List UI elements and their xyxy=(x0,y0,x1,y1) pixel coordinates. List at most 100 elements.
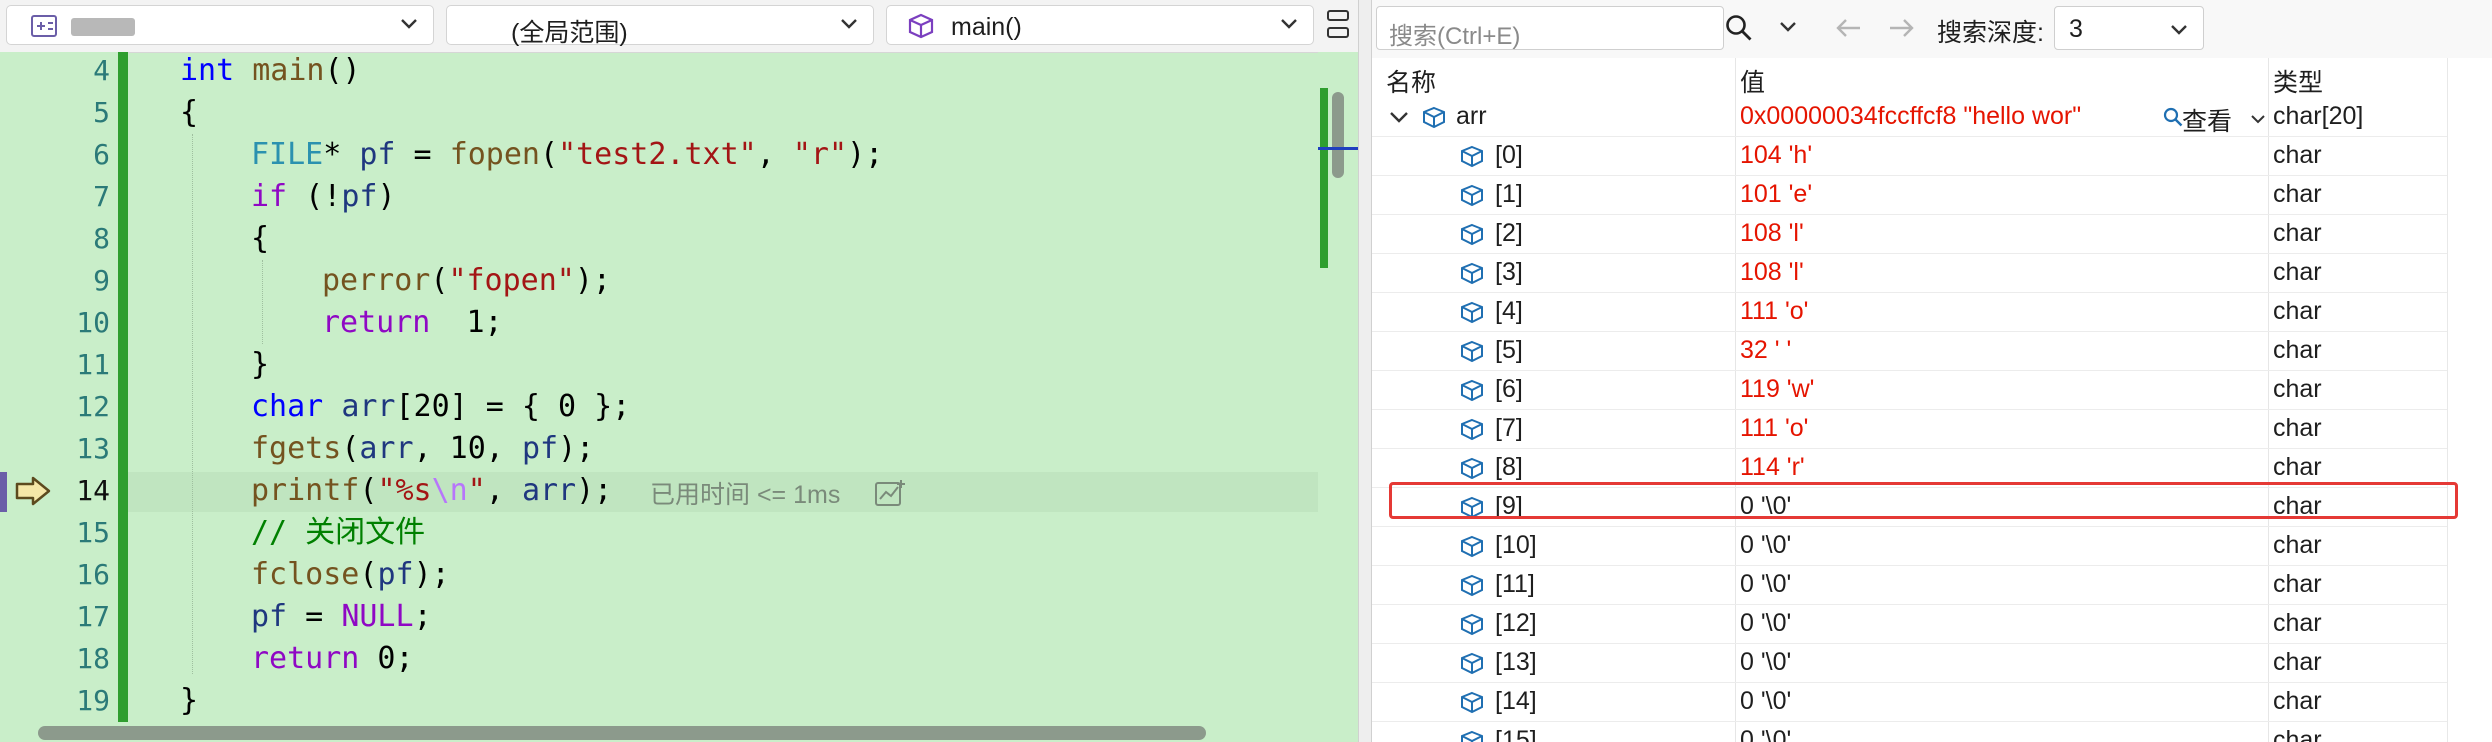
split-editor-icon[interactable] xyxy=(1325,9,1351,39)
variable-row[interactable]: [7] 111 'o' char xyxy=(1372,410,2447,449)
variable-row[interactable]: [11] 0 '\0' char xyxy=(1372,566,2447,605)
code-editor[interactable]: (全局范围) main() 4 5 6 7 8 9 10 11 12 13 14… xyxy=(0,0,1358,742)
variable-row[interactable]: [2] 108 'l' char xyxy=(1372,215,2447,254)
code-line[interactable]: { xyxy=(180,92,198,134)
variable-type: char xyxy=(2273,180,2322,208)
code-line[interactable]: } xyxy=(180,680,198,722)
code-line[interactable]: if (!pf) xyxy=(251,176,396,218)
variable-name: [6] xyxy=(1495,375,1523,403)
variable-value[interactable]: 32 ' ' xyxy=(1740,336,1791,365)
watch-toolbar: 搜索(Ctrl+E) 搜索深度: 3 xyxy=(1372,0,2492,58)
variable-name: [10] xyxy=(1495,531,1537,559)
variable-row[interactable]: [0] 104 'h' char xyxy=(1372,137,2447,176)
variable-value[interactable]: 114 'r' xyxy=(1740,453,1805,482)
scope-dropdown[interactable]: (全局范围) xyxy=(446,5,874,47)
variable-row[interactable]: [13] 0 '\0' char xyxy=(1372,644,2447,683)
variable-type: char xyxy=(2273,258,2322,286)
variable-value[interactable]: 101 'e' xyxy=(1740,180,1812,209)
variable-row[interactable]: [4] 111 'o' char xyxy=(1372,293,2447,332)
code-line-current[interactable]: printf("%s\n", arr); xyxy=(251,470,612,512)
variable-cube-icon xyxy=(1458,535,1486,559)
variable-row[interactable]: [15] 0 '\0' char xyxy=(1372,722,2447,742)
code-line[interactable]: fclose(pf); xyxy=(251,554,450,596)
scrollbar-caret-marker xyxy=(1318,147,1358,150)
variable-cube-icon xyxy=(1458,730,1486,742)
variable-value[interactable]: 104 'h' xyxy=(1740,141,1812,170)
project-name-blurred xyxy=(71,18,135,36)
line-number: 9 xyxy=(93,264,110,297)
variable-value[interactable]: 111 'o' xyxy=(1740,414,1808,443)
line-number: 17 xyxy=(76,600,110,633)
code-line[interactable]: FILE* pf = fopen("test2.txt", "r"); xyxy=(251,134,883,176)
column-header-row: 名称 值 类型 xyxy=(1372,58,2492,98)
variable-row[interactable]: [3] 108 'l' char xyxy=(1372,254,2447,293)
watch-vertical-scrollbar[interactable] xyxy=(2447,58,2492,742)
variable-name: [13] xyxy=(1495,648,1537,676)
variable-row[interactable]: [10] 0 '\0' char xyxy=(1372,527,2447,566)
code-line[interactable]: } xyxy=(251,344,269,386)
variable-row-root[interactable]: arr 0x00000034fccffcf8 "hello wor" 查看 ch… xyxy=(1372,98,2447,137)
variable-cube-icon xyxy=(1458,613,1486,637)
search-depth-dropdown[interactable]: 3 xyxy=(2054,6,2204,50)
variable-value[interactable]: 0 '\0' xyxy=(1740,726,1791,742)
function-dropdown-label: main() xyxy=(951,13,1022,41)
variable-value[interactable]: 108 'l' xyxy=(1740,219,1804,248)
variable-type: char xyxy=(2273,453,2322,481)
variable-name: [11] xyxy=(1495,570,1535,598)
editor-vertical-scroll-thumb[interactable] xyxy=(1332,92,1344,178)
variable-type: char xyxy=(2273,141,2322,169)
project-dropdown[interactable] xyxy=(6,5,434,45)
chevron-down-icon xyxy=(399,17,419,31)
variable-value[interactable]: 0 '\0' xyxy=(1740,687,1791,716)
collapse-chevron-icon[interactable] xyxy=(1388,110,1410,126)
variable-row[interactable]: [5] 32 ' ' char xyxy=(1372,332,2447,371)
column-header-name[interactable]: 名称 xyxy=(1386,63,1436,99)
line-number: 15 xyxy=(76,516,110,549)
variable-value[interactable]: 0x00000034fccffcf8 "hello wor" xyxy=(1740,102,2081,131)
variable-value[interactable]: 0 '\0' xyxy=(1740,531,1791,560)
diagnostics-chart-icon[interactable] xyxy=(874,478,908,508)
function-dropdown[interactable]: main() xyxy=(886,5,1314,45)
column-header-value[interactable]: 值 xyxy=(1740,63,1765,99)
back-arrow-icon[interactable] xyxy=(1834,15,1864,41)
variable-row[interactable]: [6] 119 'w' char xyxy=(1372,371,2447,410)
variable-type: char xyxy=(2273,375,2322,403)
perf-tip-elapsed-time[interactable]: 已用时间 <= 1ms xyxy=(650,474,840,516)
code-line[interactable]: { xyxy=(251,218,269,260)
code-line[interactable]: perror("fopen"); xyxy=(322,260,611,302)
variable-row[interactable]: [14] 0 '\0' char xyxy=(1372,683,2447,722)
variable-row[interactable]: [1] 101 'e' char xyxy=(1372,176,2447,215)
search-input[interactable]: 搜索(Ctrl+E) xyxy=(1376,6,1724,50)
chevron-down-icon[interactable] xyxy=(1778,20,1798,34)
variable-value[interactable]: 119 'w' xyxy=(1740,375,1814,404)
line-number: 12 xyxy=(76,390,110,423)
variable-type: char xyxy=(2273,219,2322,247)
variable-name: arr xyxy=(1456,102,1487,130)
chevron-down-icon xyxy=(2169,23,2189,37)
editor-horizontal-scroll-thumb[interactable] xyxy=(38,726,1206,740)
variable-value[interactable]: 108 'l' xyxy=(1740,258,1804,287)
panel-splitter[interactable] xyxy=(1358,0,1372,742)
variable-row[interactable]: [12] 0 '\0' char xyxy=(1372,605,2447,644)
code-line[interactable]: int main() xyxy=(180,50,361,92)
forward-arrow-icon[interactable] xyxy=(1886,15,1916,41)
code-line[interactable]: fgets(arr, 10, pf); xyxy=(251,428,594,470)
code-line[interactable]: return 1; xyxy=(322,302,503,344)
code-line[interactable]: pf = NULL; xyxy=(251,596,432,638)
code-line[interactable]: char arr[20] = { 0 }; xyxy=(251,386,630,428)
scrollbar-change-marker xyxy=(1320,88,1328,268)
line-number: 13 xyxy=(76,432,110,465)
variable-value[interactable]: 0 '\0' xyxy=(1740,570,1791,599)
variable-value[interactable]: 0 '\0' xyxy=(1740,648,1791,677)
variable-value[interactable]: 0 '\0' xyxy=(1740,609,1791,638)
variable-cube-icon xyxy=(1458,691,1486,715)
code-comment[interactable]: // 关闭文件 xyxy=(251,512,425,554)
instruction-pointer-arrow-icon[interactable] xyxy=(14,475,52,507)
line-number: 6 xyxy=(93,138,110,171)
search-icon[interactable] xyxy=(1724,13,1754,43)
variable-cube-icon xyxy=(1458,340,1486,364)
code-line[interactable]: return 0; xyxy=(251,638,414,680)
variable-value[interactable]: 111 'o' xyxy=(1740,297,1808,326)
current-statement-marker xyxy=(0,472,7,512)
column-header-type[interactable]: 类型 xyxy=(2273,63,2323,99)
